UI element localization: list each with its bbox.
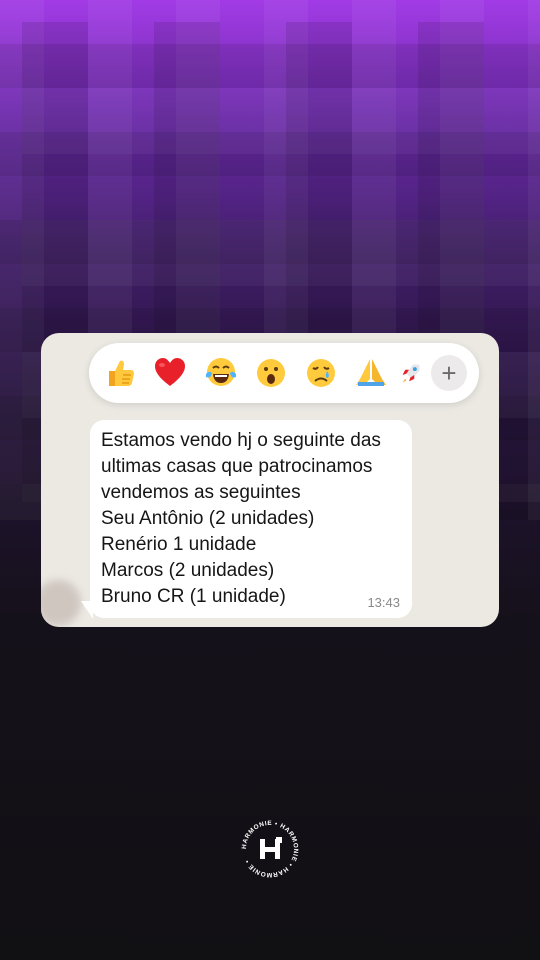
harmonie-logo: HARMONIE • HARMONIE • HARMONIE • (240, 819, 300, 879)
reaction-bar: + (89, 343, 479, 403)
message-timestamp: 13:43 (367, 595, 400, 610)
message-line: Marcos (2 unidades) (101, 560, 275, 581)
message-line: Bruno CR (1 unidade) (101, 586, 286, 607)
tears-of-joy-icon[interactable] (204, 356, 238, 390)
message-text: Estamos vendo hj o seguinte das ultimas … (101, 428, 406, 610)
blurred-avatar (41, 580, 81, 626)
message-line: Estamos vendo hj o seguinte das (101, 430, 381, 451)
red-heart-icon[interactable] (153, 356, 187, 390)
crying-face-icon[interactable] (304, 356, 338, 390)
message-line: Renério 1 unidade (101, 534, 257, 555)
message-line: Seu Antônio (2 unidades) (101, 508, 315, 529)
thumbs-up-icon[interactable] (103, 356, 137, 390)
surprised-face-icon[interactable] (254, 356, 288, 390)
chat-screenshot-card: + Estamos vendo hj o seguinte das ultima… (41, 333, 499, 627)
plus-icon: + (441, 358, 457, 388)
more-reactions-button[interactable]: + (431, 355, 467, 391)
message-line: ultimas casas que patrocinamos (101, 456, 373, 477)
rocket-icon[interactable] (400, 356, 422, 390)
message-bubble[interactable]: Estamos vendo hj o seguinte das ultimas … (90, 420, 412, 618)
folded-hands-icon[interactable] (354, 356, 388, 390)
message-line: vendemos as seguintes (101, 482, 301, 503)
